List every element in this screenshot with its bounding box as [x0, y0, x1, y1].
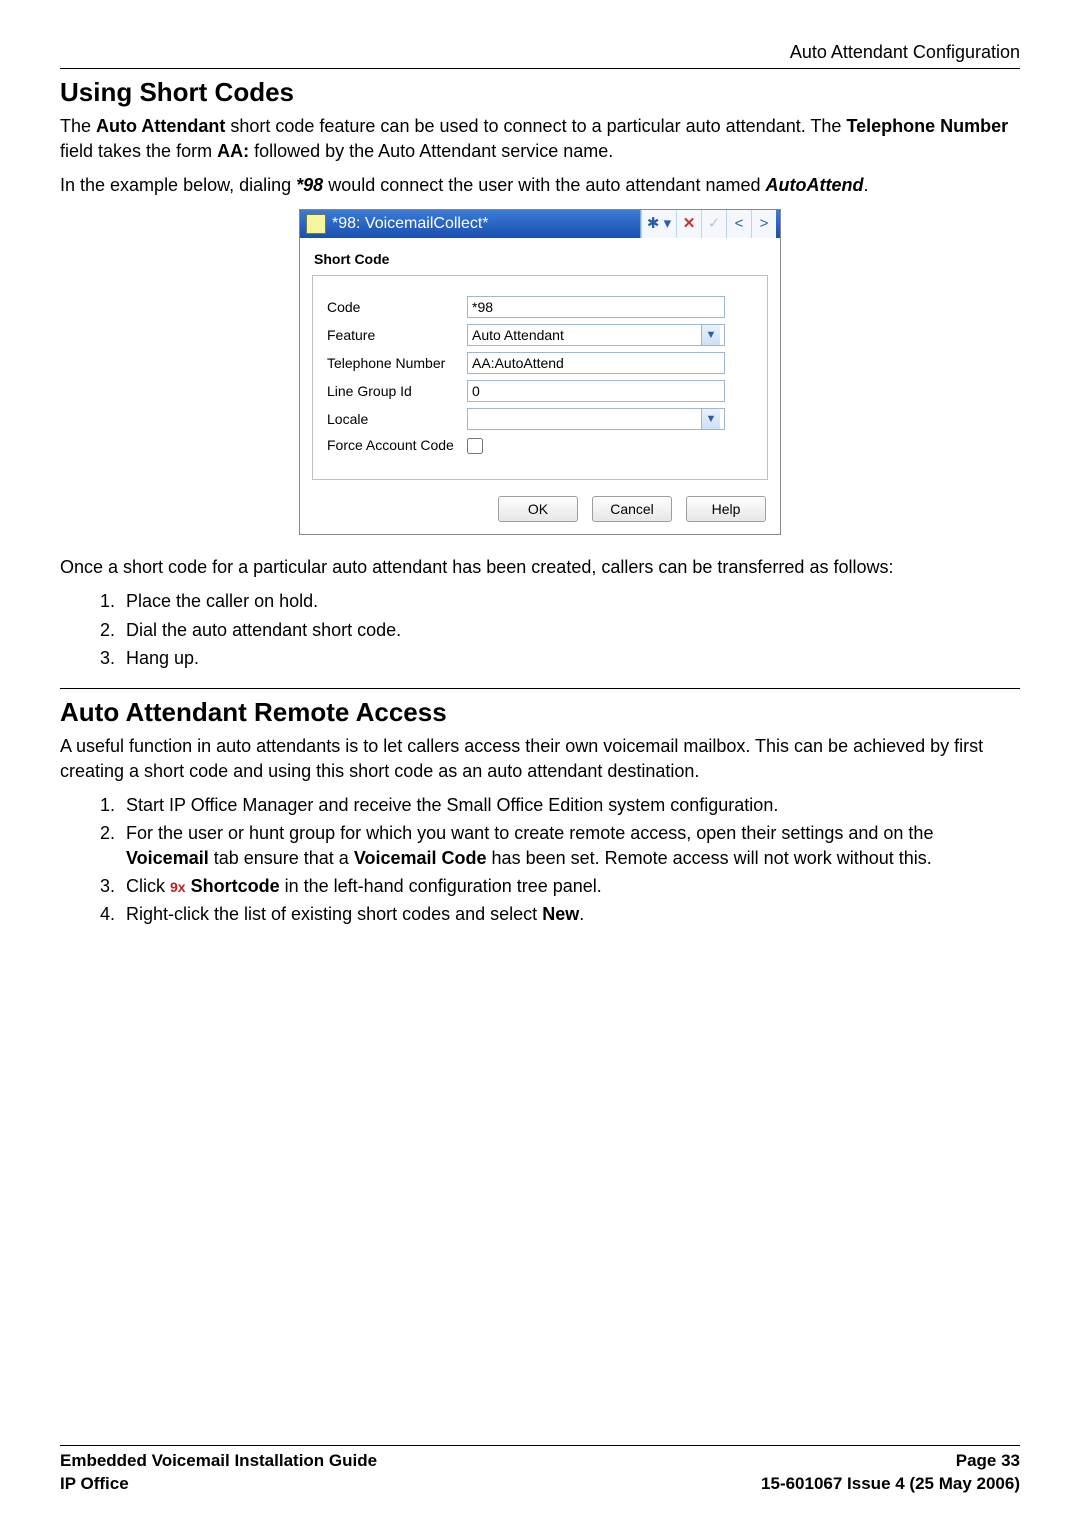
- code-input[interactable]: [467, 296, 725, 318]
- footer-issue: 15-601067 Issue 4 (25 May 2006): [761, 1473, 1020, 1496]
- dialog-titlebar: *98: VoicemailCollect* ✱ ▾ ✕ ✓ < >: [300, 210, 780, 238]
- list-item: For the user or hunt group for which you…: [120, 821, 1020, 870]
- list-item: Dial the auto attendant short code.: [120, 618, 1020, 642]
- dialog-button-row: OK Cancel Help: [300, 490, 780, 534]
- page-footer: Embedded Voicemail Installation Guide Pa…: [60, 1445, 1020, 1496]
- remote-access-steps: Start IP Office Manager and receive the …: [60, 793, 1020, 926]
- help-button[interactable]: Help: [686, 496, 766, 522]
- telephone-number-label: Telephone Number: [327, 354, 467, 373]
- shortcode-tree-icon: 9x: [170, 878, 186, 897]
- paragraph-remote-intro: A useful function in auto attendants is …: [60, 734, 1020, 783]
- shortcode-icon: [306, 214, 326, 234]
- list-item: Click 9x Shortcode in the left-hand conf…: [120, 874, 1020, 898]
- tab-shortcode[interactable]: Short Code: [300, 238, 780, 271]
- footer-page-number: Page 33: [956, 1450, 1020, 1473]
- shortcode-dialog: *98: VoicemailCollect* ✱ ▾ ✕ ✓ < > Short…: [299, 209, 781, 535]
- force-account-code-label: Force Account Code: [327, 436, 467, 455]
- list-item: Hang up.: [120, 646, 1020, 670]
- list-item: Right-click the list of existing short c…: [120, 902, 1020, 926]
- heading-remote-access: Auto Attendant Remote Access: [60, 695, 1020, 730]
- delete-button[interactable]: ✕: [676, 210, 701, 238]
- feature-select[interactable]: Auto Attendant ▼: [467, 324, 725, 346]
- list-item: Start IP Office Manager and receive the …: [120, 793, 1020, 817]
- line-group-input[interactable]: [467, 380, 725, 402]
- locale-select[interactable]: ▼: [467, 408, 725, 430]
- footer-doc-title: Embedded Voicemail Installation Guide: [60, 1450, 377, 1473]
- next-button[interactable]: >: [751, 210, 776, 238]
- footer-product: IP Office: [60, 1473, 129, 1496]
- dialog-title-text: *98: VoicemailCollect*: [332, 213, 640, 235]
- chevron-down-icon: ▼: [701, 409, 720, 429]
- new-dropdown-button[interactable]: ✱ ▾: [641, 210, 676, 238]
- apply-button[interactable]: ✓: [701, 210, 726, 238]
- transfer-steps: Place the caller on hold. Dial the auto …: [60, 589, 1020, 670]
- section-divider: [60, 688, 1020, 689]
- list-item: Place the caller on hold.: [120, 589, 1020, 613]
- feature-label: Feature: [327, 326, 467, 345]
- shortcode-form: Code Feature Auto Attendant ▼ Telephone …: [312, 275, 768, 480]
- chevron-down-icon: ▼: [701, 325, 720, 345]
- dialog-toolbar: ✱ ▾ ✕ ✓ < >: [640, 210, 776, 238]
- telephone-number-input[interactable]: [467, 352, 725, 374]
- feature-value: Auto Attendant: [472, 326, 564, 345]
- prev-button[interactable]: <: [726, 210, 751, 238]
- force-account-code-checkbox[interactable]: [467, 438, 483, 454]
- ok-button[interactable]: OK: [498, 496, 578, 522]
- locale-label: Locale: [327, 410, 467, 429]
- cancel-button[interactable]: Cancel: [592, 496, 672, 522]
- paragraph-transfer-intro: Once a short code for a particular auto …: [60, 555, 1020, 579]
- code-label: Code: [327, 298, 467, 317]
- page-header: Auto Attendant Configuration: [60, 40, 1020, 69]
- line-group-label: Line Group Id: [327, 382, 467, 401]
- paragraph-example: In the example below, dialing *98 would …: [60, 173, 1020, 197]
- heading-using-short-codes: Using Short Codes: [60, 75, 1020, 110]
- paragraph-shortcode-intro: The Auto Attendant short code feature ca…: [60, 114, 1020, 163]
